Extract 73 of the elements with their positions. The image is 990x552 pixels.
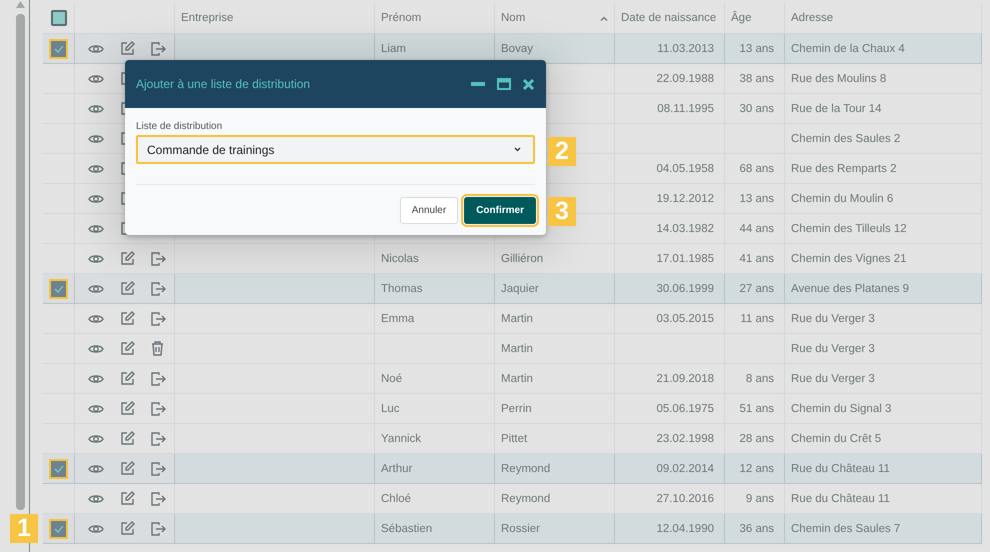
table-cell: Thomas — [381, 282, 423, 294]
table-cell: 12 ans — [739, 462, 774, 474]
table-cell: Reymond — [501, 462, 550, 474]
table-cell: 22.09.1988 — [656, 72, 714, 84]
table-cell: 11.03.2013 — [657, 42, 714, 54]
table-cell: 11 ans — [740, 312, 774, 324]
table-cell: Nicolas — [381, 252, 419, 264]
table-cell: Yannick — [381, 432, 422, 444]
table-cell: 05.06.1975 — [656, 402, 714, 414]
table-cell: 8 ans — [746, 372, 774, 384]
table-cell: Martin — [501, 312, 533, 324]
table-cell: Rue de la Tour 14 — [791, 102, 882, 114]
table-cell: Liam — [381, 42, 406, 54]
table-cell: Jaquier — [501, 282, 539, 294]
table-cell: 44 ans — [739, 222, 774, 234]
step-number-badge: 2 — [548, 137, 576, 166]
table-cell: Avenue des Platanes 9 — [791, 282, 910, 294]
table-cell: Chemin du Crêt 5 — [791, 432, 882, 444]
table-cell: 09.02.2014 — [656, 462, 714, 474]
table-cell: 17.01.1985 — [656, 252, 714, 264]
table-cell: 23.02.1998 — [656, 432, 714, 444]
step-number-badge: 3 — [548, 197, 576, 226]
table-cell: 04.05.1958 — [656, 162, 714, 174]
table-cell: Rue du Verger 3 — [791, 342, 875, 354]
table-cell: 38 ans — [739, 72, 774, 84]
table-cell: Chemin du Signal 3 — [791, 402, 892, 414]
table-cell: Reymond — [501, 492, 550, 504]
table-cell: Rossier — [501, 522, 540, 534]
table-cell: 68 ans — [739, 162, 774, 174]
table-cell: 30.06.1999 — [656, 282, 714, 294]
table-cell: 19.12.2012 — [656, 192, 714, 204]
table-cell: 03.05.2015 — [656, 312, 714, 324]
table-cell: 08.11.1995 — [657, 102, 714, 114]
table-cell: 13 ans — [739, 42, 774, 54]
table-cell: Martin — [501, 342, 533, 354]
table-cell: Pittet — [501, 432, 528, 444]
table-cell: 30 ans — [739, 102, 774, 114]
table-cell: Arthur — [381, 462, 412, 474]
table-cell: 28 ans — [739, 432, 774, 444]
table-cell: Martin — [501, 372, 533, 384]
table-cell: 27.10.2016 — [656, 492, 714, 504]
table-cell: 21.09.2018 — [656, 372, 714, 384]
table-cell: Rue du Verger 3 — [791, 312, 875, 324]
table-cell: Chemin des Saules 2 — [791, 132, 900, 144]
table-cell: 36 ans — [739, 522, 774, 534]
table-cell: Chemin des Tilleuls 12 — [791, 222, 907, 234]
table-cell: Sébastien — [381, 522, 432, 534]
step-number-badge: 1 — [10, 514, 38, 543]
table-cell: Rue du Château 11 — [791, 462, 890, 474]
table-cell: Luc — [381, 402, 400, 414]
table-cell: Chemin de la Chaux 4 — [791, 42, 905, 54]
table-cell: Emma — [381, 312, 414, 324]
field-label: Liste de distribution — [136, 121, 224, 132]
table-cell: 27 ans — [739, 282, 774, 294]
table-cell: Bovay — [501, 42, 533, 54]
table-cell: Rue du Verger 3 — [791, 372, 875, 384]
table-cell: 51 ans — [739, 402, 774, 414]
table-cell: 41 ans — [739, 252, 774, 264]
table-cell: Perrin — [501, 402, 532, 414]
table-cell: Rue du Château 11 — [791, 492, 890, 504]
table-cell: 12.04.1990 — [656, 522, 714, 534]
table-cell: Gilliéron — [501, 252, 544, 264]
table-cell: Chemin du Moulin 6 — [791, 192, 894, 204]
table-cell: 13 ans — [739, 192, 774, 204]
table-cell: Chloé — [381, 492, 412, 504]
table-cell: Rue des Remparts 2 — [791, 162, 896, 174]
table-cell: Chemin des Saules 7 — [791, 522, 900, 534]
table-cell: 9 ans — [746, 492, 774, 504]
table-cell: Chemin des Vignes 21 — [791, 252, 906, 264]
table-cell: 14.03.1982 — [656, 222, 714, 234]
table-cell: Rue des Moulins 8 — [791, 72, 886, 84]
dialog-title: Ajouter à une liste de distribution — [136, 77, 310, 91]
table-cell: Noé — [381, 372, 402, 384]
